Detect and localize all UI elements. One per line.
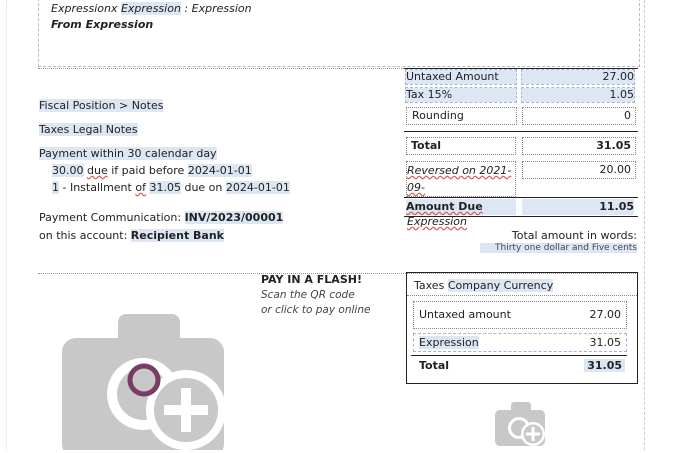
account-label: on this account: — [39, 229, 128, 242]
payment-term-1: 30.00 due if paid before 2024-01-01 — [52, 164, 252, 177]
header-expr-b: Expression — [120, 2, 181, 15]
company-taxes-title-b: Company Currency — [447, 279, 554, 292]
company-untaxed-row: Untaxed amount 27.00 — [413, 301, 627, 329]
company-taxes-title: Taxes Company Currency — [414, 279, 554, 292]
term2-amount: 31.05 — [149, 181, 181, 194]
account-value: Recipient Bank — [130, 229, 224, 242]
taxes-legal-notes: Taxes Legal Notes — [39, 123, 138, 136]
amount-due-rule — [404, 197, 638, 198]
term2-of: of — [135, 181, 146, 194]
page-guide-right — [644, 0, 645, 450]
amount-due-label: Amount Due — [406, 199, 516, 215]
term2-number: 1 — [52, 181, 59, 194]
company-expression-row: Expression 31.05 — [413, 333, 627, 352]
header-line-2: From Expression — [51, 18, 154, 31]
payment-terms: Payment within 30 calendar day — [39, 147, 217, 160]
reversed-line-1: Reversed on 2021-09- — [407, 164, 512, 194]
fiscal-position-notes: Fiscal Position > Notes — [39, 99, 164, 112]
company-untaxed-label: Untaxed amount — [419, 308, 511, 321]
payment-communication-value: INV/2023/00001 — [184, 211, 284, 224]
company-untaxed-value: 27.00 — [589, 308, 622, 321]
header-expr-a: Expressionx — [51, 2, 118, 15]
rounding-value: 0 — [522, 107, 636, 125]
payment-communication: Payment Communication: INV/2023/00001 — [39, 211, 284, 224]
page-guide-left — [6, 0, 7, 450]
header-expr-c: Expression — [191, 2, 252, 15]
term1-due-word: due — [87, 164, 108, 177]
term1-text: if paid before — [111, 164, 185, 177]
totals-top-rule — [404, 68, 638, 69]
term1-amount: 30.00 — [52, 164, 84, 177]
total-label: Total — [406, 137, 516, 155]
term2-date: 2024-01-01 — [225, 181, 290, 194]
pay-line-1: Scan the QR code — [261, 289, 355, 301]
pay-line-2: or click to pay online — [261, 304, 371, 316]
pay-title: PAY IN A FLASH! — [261, 273, 362, 286]
tax-value: 1.05 — [521, 87, 635, 103]
totals-table: Untaxed Amount 27.00 Tax 15% 1.05 Roundi… — [404, 68, 638, 228]
company-total-label: Total — [419, 359, 450, 372]
small-image-placeholder-icon[interactable] — [493, 400, 549, 448]
total-words-value: Thirty one dollar and Five cents — [480, 243, 637, 253]
company-taxes-title-rule — [407, 295, 637, 296]
total-words-label: Total amount in words: — [511, 229, 637, 242]
qr-code-image-placeholder-icon[interactable] — [60, 312, 230, 453]
untaxed-amount-value: 27.00 — [521, 69, 635, 85]
reversed-value: 20.00 — [522, 161, 636, 179]
total-value: 31.05 — [522, 137, 636, 155]
amount-due-text: Amount Due — [406, 200, 483, 213]
amount-due-value: 11.05 — [522, 199, 634, 215]
payment-account: on this account: Recipient Bank — [39, 229, 224, 242]
company-expression-label: Expression — [419, 336, 479, 349]
company-total-value: 31.05 — [584, 359, 625, 372]
company-taxes-title-a: Taxes — [414, 279, 445, 292]
company-currency-taxes-box: Taxes Company Currency Untaxed amount 27… — [406, 272, 638, 384]
term1-date: 2024-01-01 — [187, 164, 252, 177]
header-sep: : — [184, 2, 189, 15]
company-expression-value: 31.05 — [589, 336, 622, 349]
untaxed-amount-label: Untaxed Amount — [405, 69, 517, 85]
total-rule — [404, 131, 638, 132]
amount-due-bottom-rule — [404, 216, 638, 217]
term2-text: - Installment — [62, 181, 132, 194]
tax-label: Tax 15% — [405, 87, 517, 103]
payment-communication-label: Payment Communication: — [39, 211, 182, 224]
payment-term-2: 1 - Installment of 31.05 due on 2024-01-… — [52, 181, 290, 194]
rounding-label: Rounding — [406, 107, 517, 125]
term2-rest: due on — [184, 181, 223, 194]
company-total-rule — [411, 355, 627, 356]
reversed-note: Reversed on 2021-09- 19 using Expression — [406, 161, 516, 228]
header-line-1: Expressionx Expression : Expression — [51, 2, 252, 15]
